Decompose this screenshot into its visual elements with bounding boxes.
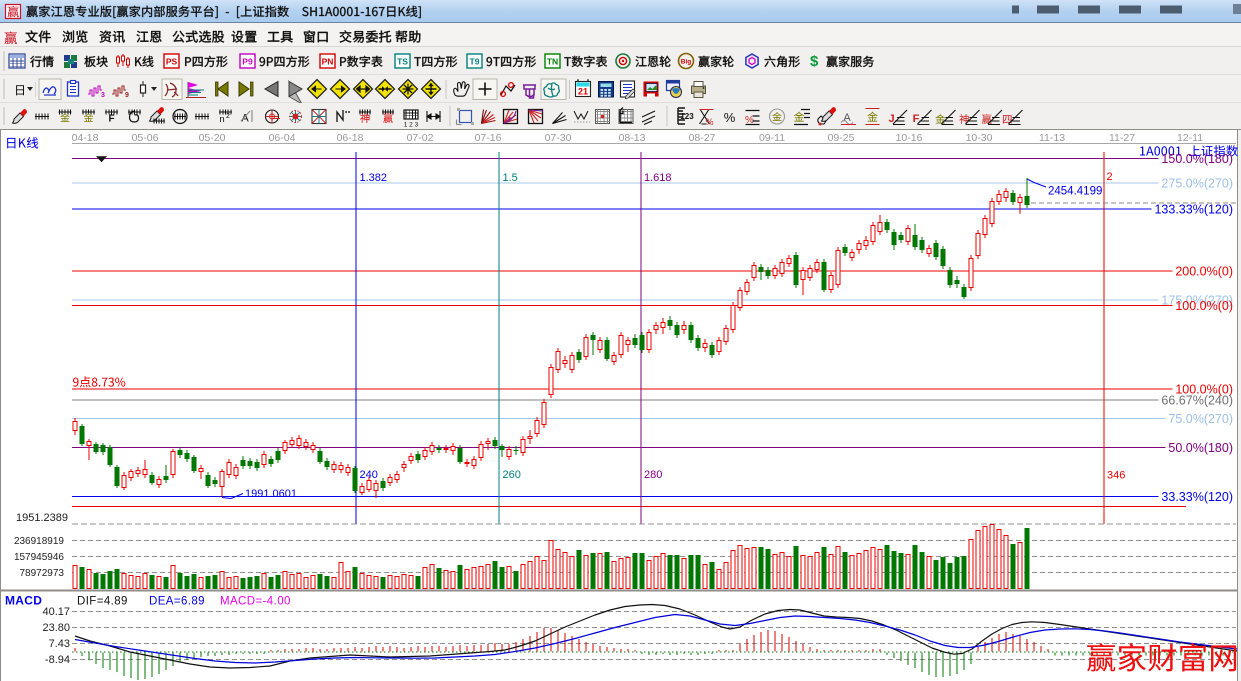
svg-text:Big: Big (681, 59, 692, 66)
svg-text:TS: TS (397, 57, 408, 67)
svg-text:133.33%(120): 133.33%(120) (1154, 203, 1233, 217)
svg-text:78972973: 78972973 (20, 568, 65, 579)
svg-text:05-20: 05-20 (199, 132, 226, 144)
svg-text:7.43: 7.43 (49, 638, 70, 650)
svg-text:DEA=6.89: DEA=6.89 (149, 596, 205, 608)
svg-text:09-11: 09-11 (759, 132, 785, 144)
svg-text:1.382: 1.382 (360, 172, 388, 184)
svg-text:236918919: 236918919 (14, 536, 64, 547)
svg-text:10-16: 10-16 (896, 132, 923, 144)
svg-text:1.618: 1.618 (644, 172, 672, 184)
svg-text:346: 346 (1107, 470, 1125, 482)
svg-text:40.17: 40.17 (42, 606, 70, 618)
svg-text:66.67%(240): 66.67%(240) (1161, 394, 1233, 408)
svg-text:%: % (705, 117, 713, 127)
svg-text:-8.94: -8.94 (45, 654, 70, 666)
svg-text:150.0%(180): 150.0%(180) (1161, 152, 1233, 166)
svg-text:3: 3 (101, 92, 105, 99)
svg-text:100.0%(0): 100.0%(0) (1175, 299, 1233, 313)
svg-text:%: % (724, 110, 736, 125)
svg-text:07-16: 07-16 (475, 132, 502, 144)
svg-text:09-25: 09-25 (828, 132, 855, 144)
svg-text:2: 2 (1107, 171, 1113, 183)
svg-text:DIF=4.89: DIF=4.89 (77, 596, 128, 608)
svg-text:21: 21 (578, 87, 588, 97)
svg-text:2: 2 (226, 113, 230, 120)
svg-text:06-04: 06-04 (269, 132, 296, 144)
svg-text:08-27: 08-27 (689, 132, 716, 144)
svg-text:1.5: 1.5 (503, 172, 518, 184)
svg-text:50.0%(180): 50.0%(180) (1168, 441, 1233, 455)
svg-text:04-18: 04-18 (72, 132, 99, 144)
svg-text:1951.2389: 1951.2389 (16, 512, 68, 524)
svg-text:T9: T9 (470, 57, 480, 67)
svg-text:05-06: 05-06 (132, 132, 159, 144)
svg-text:06-18: 06-18 (337, 132, 364, 144)
svg-text:P9: P9 (242, 57, 253, 67)
svg-text:33.33%(120): 33.33%(120) (1161, 490, 1233, 504)
svg-text:$: $ (810, 53, 819, 70)
svg-text:200.0%(0): 200.0%(0) (1175, 265, 1233, 279)
svg-text:275.0%(270): 275.0%(270) (1161, 177, 1233, 191)
svg-text:07-02: 07-02 (407, 132, 434, 144)
svg-text:11-27: 11-27 (1109, 132, 1135, 144)
svg-text:280: 280 (644, 469, 662, 481)
svg-text:PN: PN (322, 57, 334, 67)
svg-text:9: 9 (125, 92, 129, 99)
svg-text:1991.0601: 1991.0601 (245, 488, 297, 500)
svg-text:10-30: 10-30 (966, 132, 993, 144)
svg-text:07-30: 07-30 (545, 132, 572, 144)
svg-text:TN: TN (547, 57, 558, 67)
svg-text:PS: PS (166, 57, 178, 67)
svg-text:MACD: MACD (5, 594, 42, 608)
svg-text:157945946: 157945946 (14, 552, 64, 563)
svg-text:260: 260 (503, 469, 521, 481)
svg-text:75.0%(270): 75.0%(270) (1168, 412, 1233, 426)
svg-text:F: F (108, 114, 114, 125)
svg-text:08-13: 08-13 (619, 132, 646, 144)
svg-text:n: n (219, 114, 224, 125)
svg-text:11-13: 11-13 (1039, 132, 1065, 144)
svg-text:1 2 3: 1 2 3 (404, 122, 419, 129)
svg-text:MACD=-4.00: MACD=-4.00 (220, 596, 291, 608)
svg-text:123: 123 (680, 112, 694, 121)
svg-text:23.80: 23.80 (42, 622, 70, 634)
svg-text:12-11: 12-11 (1177, 132, 1203, 144)
svg-text:2454.4199: 2454.4199 (1048, 186, 1102, 198)
